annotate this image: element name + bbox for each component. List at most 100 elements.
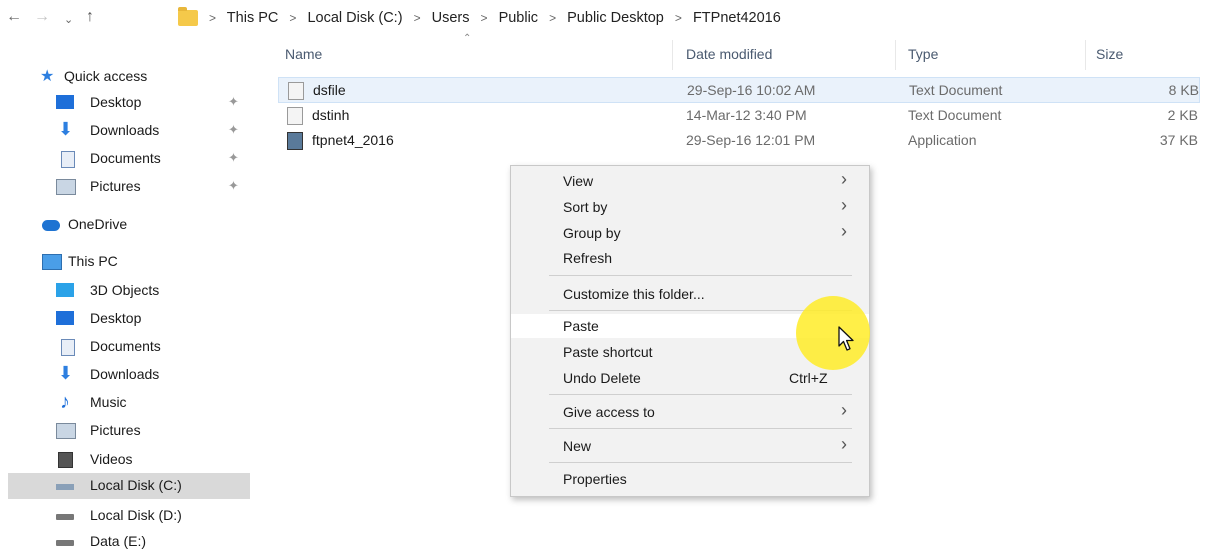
sidebar-item-local-disk-d[interactable]: Local Disk (D:) xyxy=(0,503,250,529)
sidebar-item-label: Data (E:) xyxy=(90,533,147,549)
breadcrumb[interactable]: > This PC > Local Disk (C:) > Users > Pu… xyxy=(178,7,1218,33)
menu-item-label: Refresh xyxy=(563,250,613,266)
desktop-icon xyxy=(56,95,74,109)
sidebar-item-3d-objects[interactable]: 3D Objects xyxy=(0,278,250,304)
sidebar-item-documents-pc[interactable]: Documents xyxy=(0,334,250,360)
sidebar-item-label: Pictures xyxy=(90,422,141,438)
menu-item-label: Sort by xyxy=(563,199,608,215)
address-bar: ← → ⌄ ↑ > This PC > Local Disk (C:) > Us… xyxy=(0,0,1221,38)
drive-icon xyxy=(56,540,74,546)
breadcrumb-public[interactable]: Public xyxy=(499,10,539,26)
forward-arrow-icon[interactable]: → xyxy=(34,8,50,26)
menu-item-label: Group by xyxy=(563,225,621,241)
menu-item-sort-by[interactable]: Sort by › xyxy=(511,195,869,219)
sidebar-item-local-disk-c[interactable]: Local Disk (C:) xyxy=(8,473,250,499)
sidebar-item-documents[interactable]: Documents ✦ xyxy=(0,146,250,172)
sidebar-item-desktop[interactable]: Desktop ✦ xyxy=(0,90,250,116)
sidebar-item-data-e[interactable]: Data (E:) xyxy=(0,529,250,555)
column-header-type[interactable]: Type xyxy=(908,46,938,62)
breadcrumb-this-pc[interactable]: This PC xyxy=(227,10,279,26)
sidebar-item-music[interactable]: Music xyxy=(0,390,250,416)
file-row[interactable]: dstinh 14-Mar-12 3:40 PM Text Document 2… xyxy=(278,103,1198,127)
file-name: ftpnet4_2016 xyxy=(312,132,394,148)
file-row[interactable]: ftpnet4_2016 29-Sep-16 12:01 PM Applicat… xyxy=(278,128,1198,152)
file-date: 14-Mar-12 3:40 PM xyxy=(686,107,807,123)
breadcrumb-separator[interactable]: > xyxy=(549,11,556,25)
breadcrumb-separator[interactable]: > xyxy=(289,11,296,25)
menu-separator xyxy=(549,394,852,395)
menu-item-new[interactable]: New › xyxy=(511,434,869,458)
sidebar-item-videos[interactable]: Videos xyxy=(0,447,250,473)
sidebar-item-desktop-pc[interactable]: Desktop xyxy=(0,306,250,332)
video-icon xyxy=(58,452,73,468)
menu-item-label: View xyxy=(563,173,594,189)
chevron-right-icon: › xyxy=(841,434,847,454)
menu-item-label: Customize this folder... xyxy=(563,286,705,302)
sidebar-item-quick-access[interactable]: ★ Quick access xyxy=(0,64,250,90)
sidebar-item-pictures[interactable]: Pictures ✦ xyxy=(0,174,250,200)
chevron-right-icon: › xyxy=(841,195,847,215)
breadcrumb-users[interactable]: Users xyxy=(432,10,470,26)
menu-item-properties[interactable]: Properties xyxy=(511,467,869,491)
menu-item-refresh[interactable]: Refresh xyxy=(511,246,869,270)
file-name: dsfile xyxy=(313,82,346,98)
breadcrumb-separator[interactable]: > xyxy=(675,11,682,25)
download-icon xyxy=(58,363,76,384)
star-icon: ★ xyxy=(40,68,55,85)
column-divider[interactable] xyxy=(895,40,896,70)
pin-icon[interactable]: ✦ xyxy=(228,94,239,110)
sidebar-item-label: Downloads xyxy=(90,122,160,138)
file-type: Text Document xyxy=(909,82,1003,98)
breadcrumb-ftpnet42016[interactable]: FTPnet42016 xyxy=(693,10,781,26)
breadcrumb-local-disk-c[interactable]: Local Disk (C:) xyxy=(307,10,402,26)
sidebar-item-label: Downloads xyxy=(90,366,160,382)
sidebar-item-label: Local Disk (D:) xyxy=(90,507,182,523)
sidebar-item-this-pc[interactable]: This PC xyxy=(0,249,250,275)
drive-icon xyxy=(56,484,74,490)
recent-locations-chevron-icon[interactable]: ⌄ xyxy=(64,13,73,26)
sidebar-item-label: Documents xyxy=(90,338,161,354)
sidebar-item-downloads-pc[interactable]: Downloads xyxy=(0,362,250,388)
sidebar-item-onedrive[interactable]: OneDrive xyxy=(0,212,250,238)
menu-separator xyxy=(549,462,852,463)
column-header-size[interactable]: Size xyxy=(1096,46,1123,62)
menu-item-label: Undo Delete xyxy=(563,370,641,386)
sidebar-item-label: Pictures xyxy=(90,178,141,194)
column-header-name[interactable]: Name xyxy=(285,46,322,62)
breadcrumb-separator[interactable]: > xyxy=(414,11,421,25)
sidebar-item-pictures-pc[interactable]: Pictures xyxy=(0,418,250,444)
sidebar-item-label: Desktop xyxy=(90,94,142,110)
menu-item-give-access[interactable]: Give access to › xyxy=(511,400,869,424)
breadcrumb-separator[interactable]: > xyxy=(481,11,488,25)
pin-icon[interactable]: ✦ xyxy=(228,178,239,194)
sidebar-item-label: Music xyxy=(90,394,127,410)
menu-item-group-by[interactable]: Group by › xyxy=(511,221,869,245)
menu-item-undo-delete[interactable]: Undo Delete Ctrl+Z xyxy=(511,366,869,390)
menu-item-view[interactable]: View › xyxy=(511,169,869,193)
breadcrumb-separator[interactable]: > xyxy=(209,11,216,25)
sort-ascending-icon: ⌃ xyxy=(463,33,472,44)
documents-icon xyxy=(61,151,75,168)
navigation-pane: ★ Quick access Desktop ✦ Downloads ✦ Doc… xyxy=(0,55,260,554)
drive-icon xyxy=(56,514,74,520)
up-arrow-icon[interactable]: ↑ xyxy=(86,8,94,26)
sidebar-item-label: Desktop xyxy=(90,310,142,326)
file-type: Text Document xyxy=(908,107,1002,123)
sidebar-item-downloads[interactable]: Downloads ✦ xyxy=(0,118,250,144)
column-header-date-modified[interactable]: Date modified xyxy=(686,46,772,62)
back-arrow-icon[interactable]: ← xyxy=(6,8,22,26)
pin-icon[interactable]: ✦ xyxy=(228,150,239,166)
column-divider[interactable] xyxy=(672,40,673,70)
menu-item-label: Paste shortcut xyxy=(563,344,653,360)
pictures-icon xyxy=(56,423,76,439)
breadcrumb-public-desktop[interactable]: Public Desktop xyxy=(567,10,664,26)
menu-separator xyxy=(549,275,852,276)
file-size: 2 KB xyxy=(1167,107,1198,123)
file-row[interactable]: dsfile 29-Sep-16 10:02 AM Text Document … xyxy=(278,77,1200,103)
chevron-right-icon: › xyxy=(841,169,847,189)
pin-icon[interactable]: ✦ xyxy=(228,122,239,138)
sidebar-item-label: Documents xyxy=(90,150,161,166)
computer-icon xyxy=(42,254,62,270)
menu-separator xyxy=(549,428,852,429)
column-divider[interactable] xyxy=(1085,40,1086,70)
